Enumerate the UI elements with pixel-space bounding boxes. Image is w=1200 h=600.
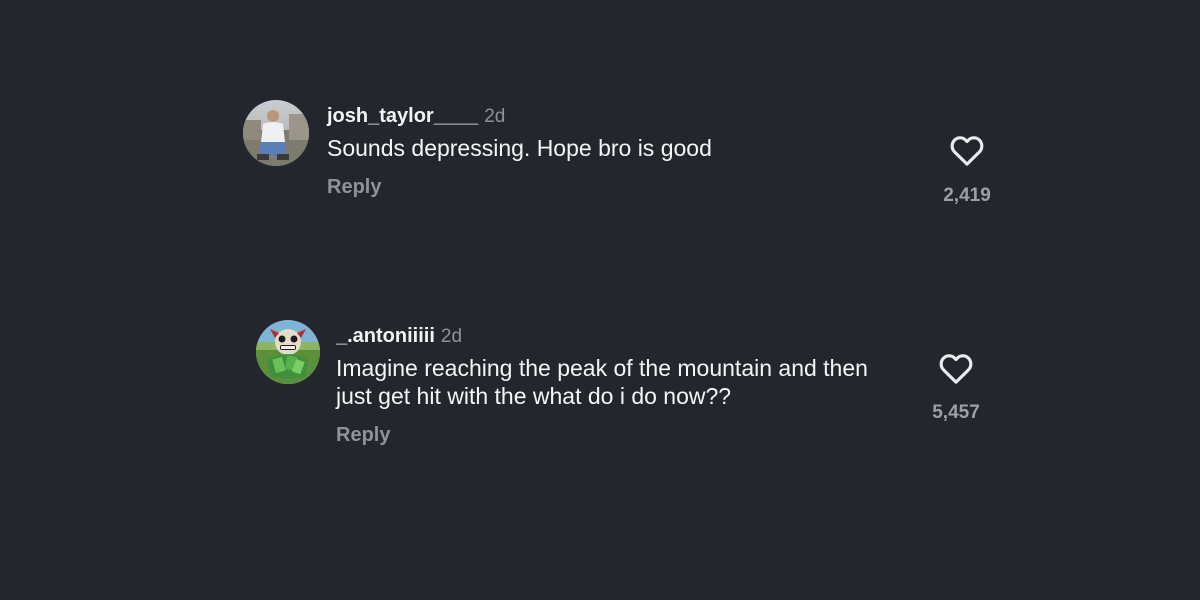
like-count: 2,419 <box>943 185 991 206</box>
avatar-photo <box>243 100 309 166</box>
heart-outline-icon <box>939 354 973 384</box>
comment-item: josh_taylor____ 2d Sounds depressing. Hop… <box>243 100 1003 220</box>
like-button[interactable] <box>947 130 987 170</box>
comment-meta: josh_taylor____ 2d <box>327 103 887 129</box>
comment-body: _.antoniiiii 2d Imagine reaching the peak… <box>336 323 896 447</box>
comment-age: 2d <box>440 326 463 347</box>
username[interactable]: _.antoniiiii <box>336 325 435 347</box>
avatar-photo <box>256 320 320 384</box>
like-count: 5,457 <box>932 402 980 423</box>
comment-body: josh_taylor____ 2d Sounds depressing. Hop… <box>327 103 887 199</box>
avatar[interactable] <box>256 320 320 384</box>
reply-button[interactable]: Reply <box>336 424 390 447</box>
username[interactable]: josh_taylor____ <box>327 105 478 127</box>
comment-text: Imagine reaching the peak of the mountai… <box>336 355 868 409</box>
reply-button[interactable]: Reply <box>327 176 381 199</box>
heart-outline-icon <box>950 136 984 166</box>
comments-panel: josh_taylor____ 2d Sounds depressing. Hop… <box>0 0 1200 600</box>
comment-item: _.antoniiiii 2d Imagine reaching the peak… <box>256 320 996 460</box>
comment-meta: _.antoniiiii 2d <box>336 323 896 349</box>
comment-age: 2d <box>484 106 506 127</box>
avatar[interactable] <box>243 100 309 166</box>
like-button[interactable] <box>936 348 976 388</box>
comment-text: Sounds depressing. Hope bro is good <box>327 135 712 161</box>
